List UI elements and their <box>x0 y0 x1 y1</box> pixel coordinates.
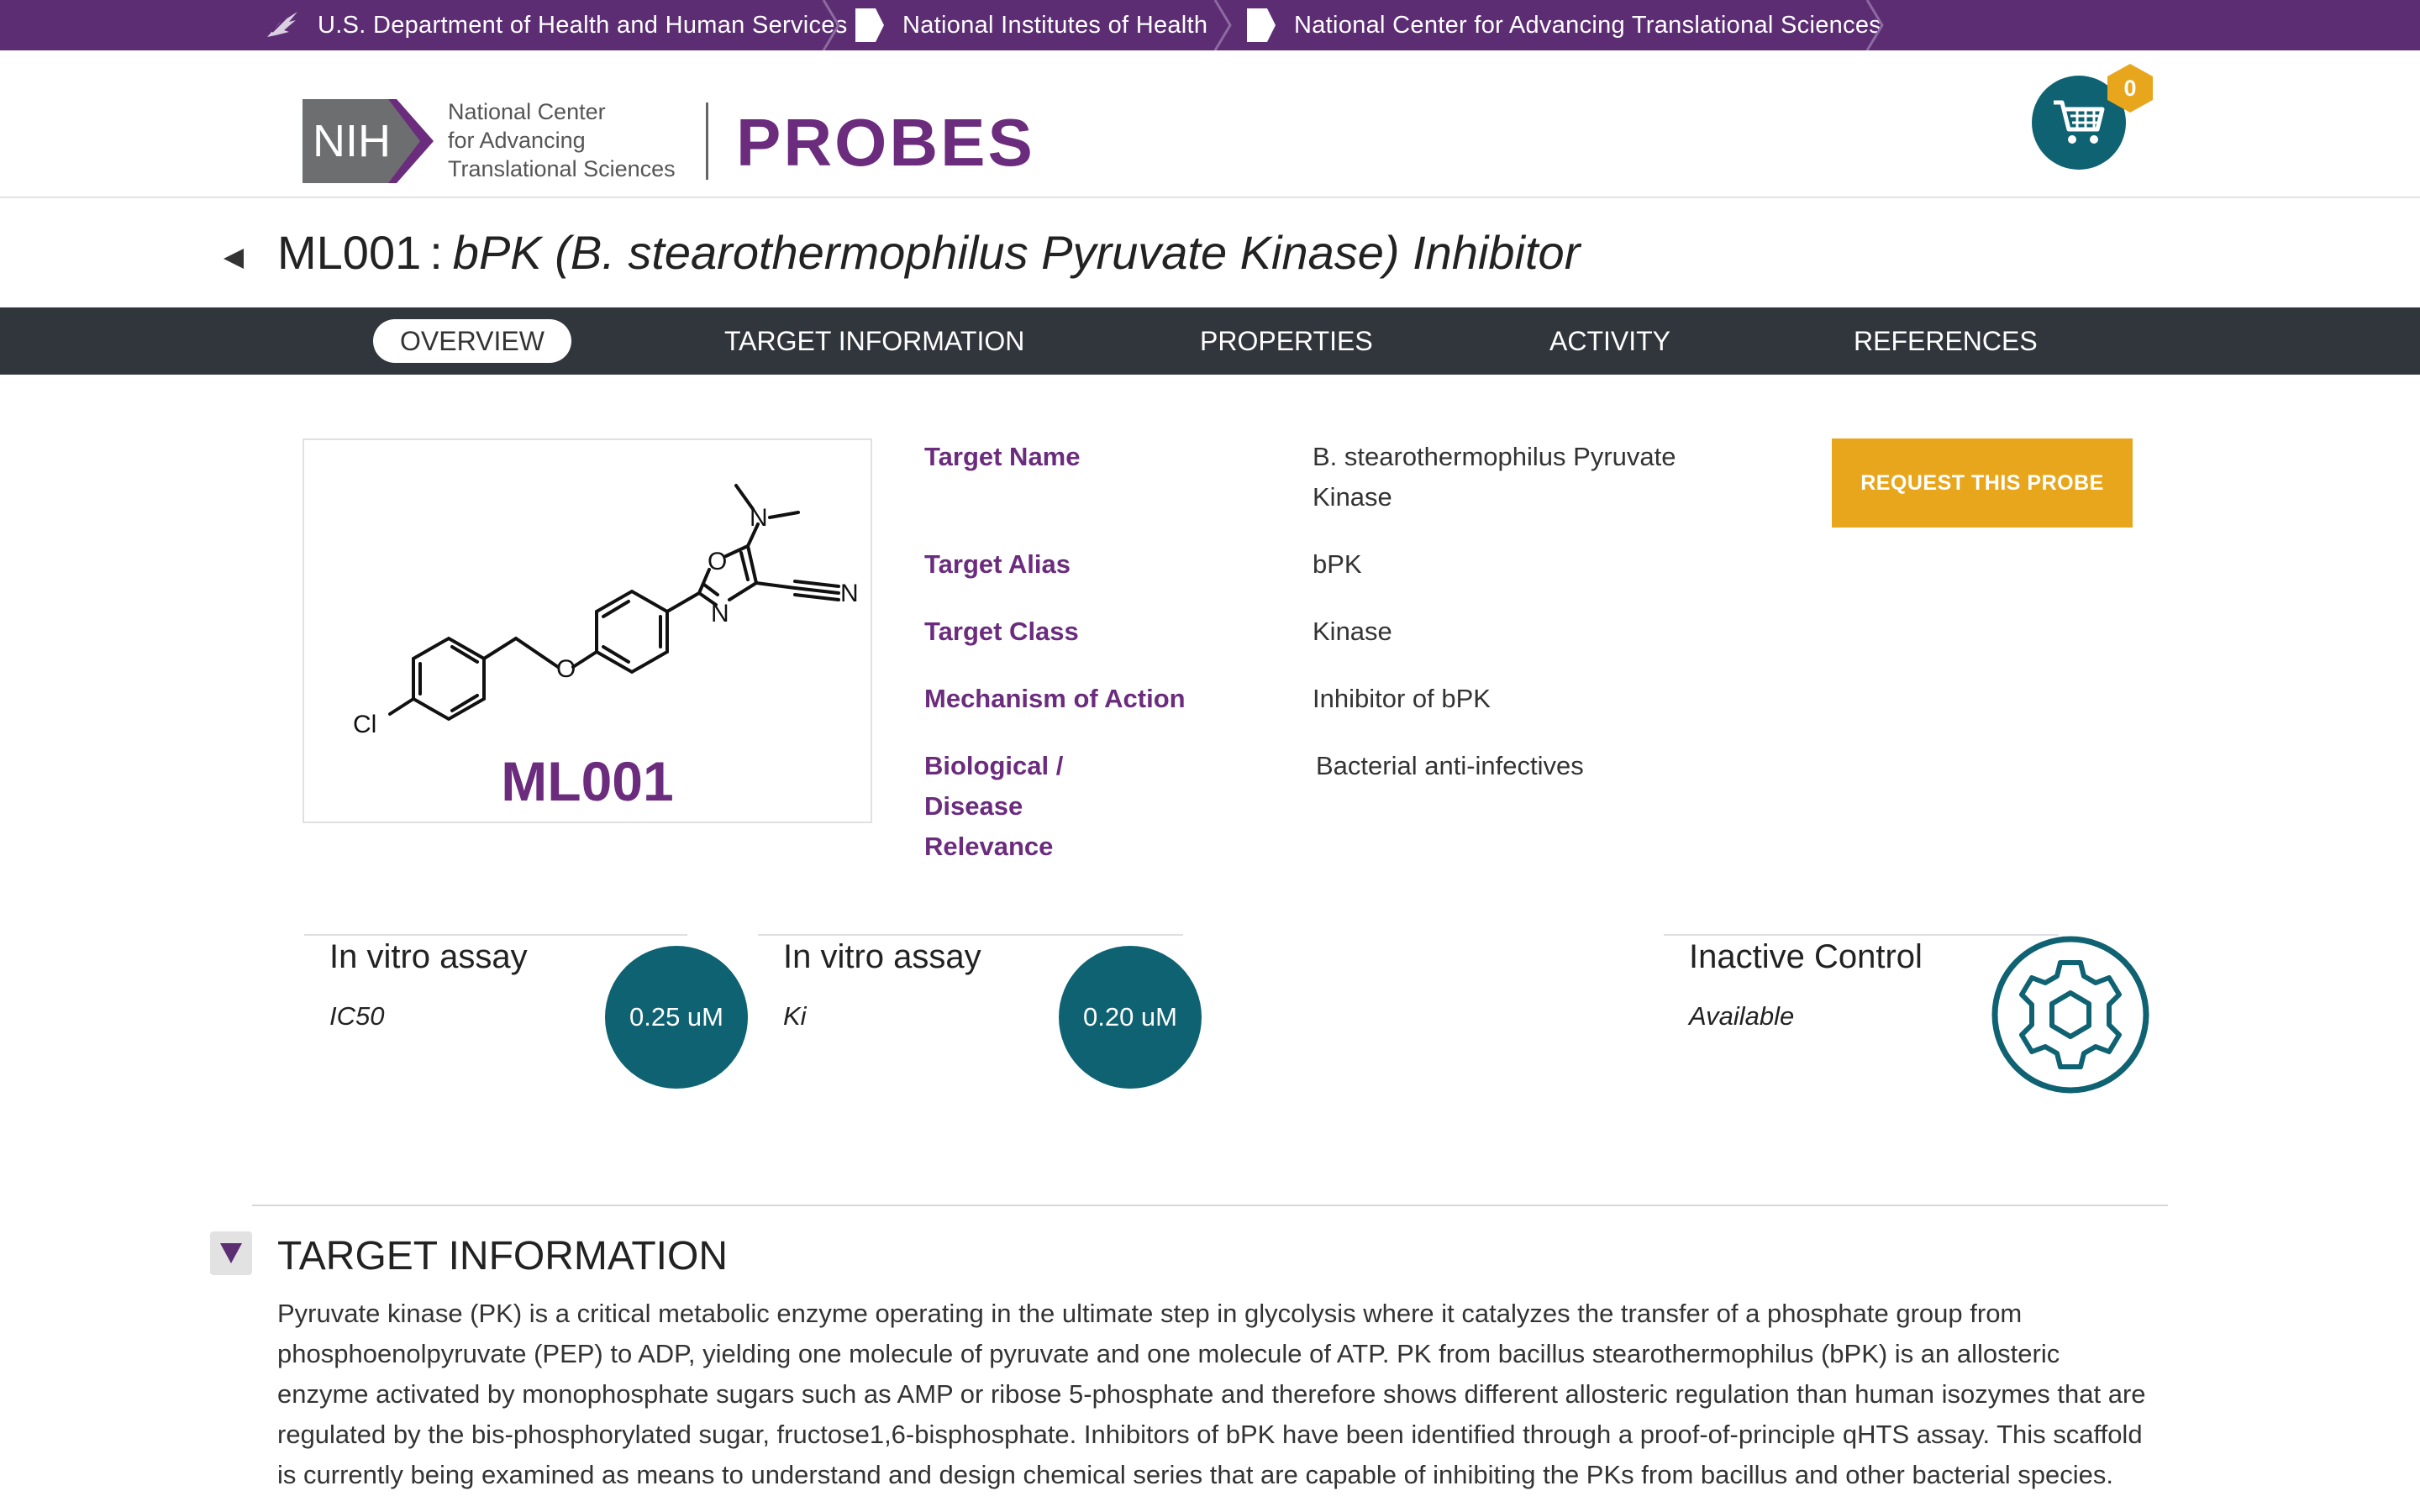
gear-icon[interactable] <box>1990 934 2151 1095</box>
assay-subtitle: Ki <box>783 1001 807 1031</box>
nih-logo-text: NIH <box>313 116 391 166</box>
page-title: ML001: bPK (B. stearothermophilus Pyruvat… <box>277 225 1580 280</box>
chemical-structure-card: Cl O O N N N ML001 <box>302 438 872 823</box>
assay-card-ic50: In vitro assay IC50 0.25 uM <box>304 934 748 1102</box>
request-probe-button[interactable]: REQUEST THIS PROBE <box>1832 438 2133 528</box>
property-value: bPK <box>1313 549 1362 579</box>
breadcrumb-chevron <box>1865 0 1884 50</box>
property-value: Kinase <box>1313 617 1392 646</box>
probe-code: ML001 <box>277 226 422 279</box>
inactive-control-status: Available <box>1689 1001 1795 1031</box>
section-tabs: OVERVIEW TARGET INFORMATION PROPERTIES A… <box>0 307 2420 375</box>
property-key: Biological / Disease Relevance <box>924 751 1064 861</box>
atom-label-cl: Cl <box>353 711 376 738</box>
tab-overview[interactable]: OVERVIEW <box>373 319 571 363</box>
site-name[interactable]: PROBES <box>736 101 1035 185</box>
document-icon <box>855 8 884 42</box>
inactive-control-title: Inactive Control <box>1689 938 1923 975</box>
ncats-wordmark: National Center for Advancing Translatio… <box>448 99 676 181</box>
property-key: Target Alias <box>924 549 1071 579</box>
breadcrumb-hhs[interactable]: U.S. Department of Health and Human Serv… <box>264 0 848 50</box>
property-value: Inhibitor of bPK <box>1313 684 1491 713</box>
assay-title: In vitro assay <box>329 938 528 975</box>
assay-subtitle: IC50 <box>329 1001 385 1031</box>
breadcrumb-nih[interactable]: National Institutes of Health <box>855 0 1207 50</box>
atom-label-n-ring: N <box>711 600 729 627</box>
assay-value-badge: 0.20 uM <box>1059 946 1202 1089</box>
breadcrumb-ncats[interactable]: National Center for Advancing Translatio… <box>1247 0 1881 50</box>
property-key: Target Name <box>924 442 1081 471</box>
property-key: Target Class <box>924 617 1079 646</box>
target-information-text: Pyruvate kinase (PK) is a critical metab… <box>277 1299 2146 1489</box>
atom-label-o-ring: O <box>708 548 727 575</box>
section-divider <box>252 1205 2168 1206</box>
assay-card-ki: In vitro assay Ki 0.20 uM <box>758 934 1202 1102</box>
hhs-eagle-icon <box>267 12 297 37</box>
nih-logo[interactable]: NIH <box>302 99 434 183</box>
atom-label-n-nitrile: N <box>840 580 859 607</box>
cart-count-badge: 0 <box>2104 62 2156 114</box>
triangle-down-icon <box>220 1243 242 1263</box>
breadcrumb-chevron <box>822 0 840 50</box>
tab-activity[interactable]: ACTIVITY <box>1523 319 1697 363</box>
atom-label-o-ether: O <box>556 655 576 683</box>
chemical-structure-diagram: Cl O O N N N <box>353 484 859 738</box>
cart-icon <box>2054 100 2105 144</box>
tab-target-information[interactable]: TARGET INFORMATION <box>697 319 1051 363</box>
site-header: NIH National Center for Advancing Transl… <box>0 50 2420 198</box>
property-value: Bacterial anti-infectives <box>1316 751 1584 780</box>
probe-name: bPK (B. stearothermophilus Pyruvate Kina… <box>452 226 1581 279</box>
property-key: Mechanism of Action <box>924 684 1186 713</box>
property-value: B. stearothermophilus Pyruvate Kinase <box>1313 442 1676 512</box>
target-information-heading: TARGET INFORMATION <box>277 1234 728 1278</box>
back-arrow-icon[interactable] <box>220 245 247 272</box>
assay-value-badge: 0.25 uM <box>605 946 748 1089</box>
document-icon <box>1247 8 1276 42</box>
inactive-control-card: Inactive Control Available <box>1664 934 2151 1102</box>
hhs-breadcrumb-bar: U.S. Department of Health and Human Serv… <box>0 0 2420 50</box>
section-collapse-toggle[interactable] <box>210 1231 252 1275</box>
structure-label: ML001 <box>501 750 674 812</box>
breadcrumb-chevron <box>1213 0 1232 50</box>
probe-title-row: ML001: bPK (B. stearothermophilus Pyruvat… <box>0 197 2420 307</box>
atom-label-n-amine: N <box>750 504 768 532</box>
title-separator: : <box>429 226 443 279</box>
tab-references[interactable]: REFERENCES <box>1827 319 2065 363</box>
tab-properties[interactable]: PROPERTIES <box>1173 319 1400 363</box>
assay-title: In vitro assay <box>783 938 981 975</box>
logo-divider <box>706 102 708 180</box>
